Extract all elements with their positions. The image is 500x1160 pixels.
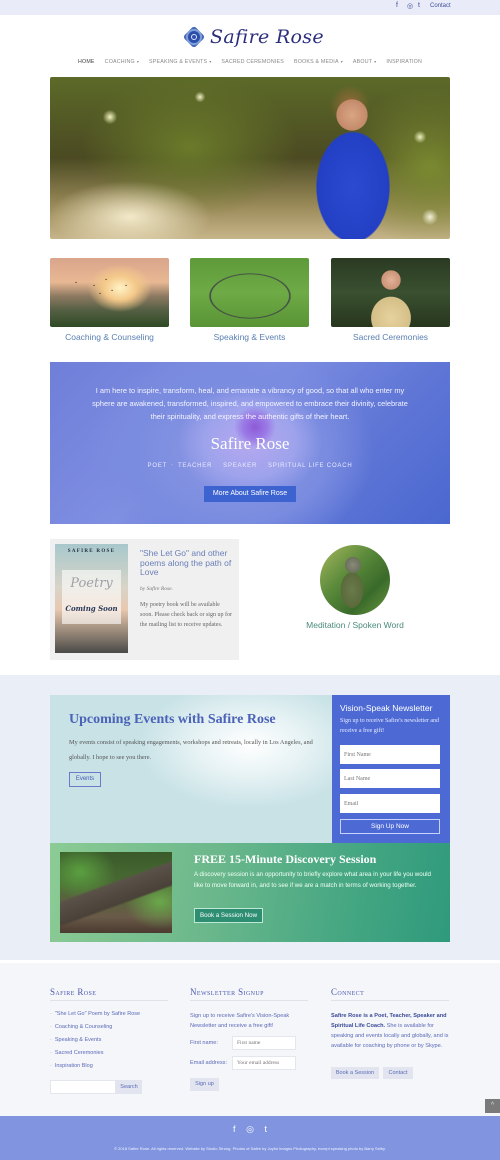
footer-email-input[interactable] <box>232 1056 296 1070</box>
discovery-title: FREE 15-Minute Discovery Session <box>194 852 377 866</box>
chevron-down-icon: ▾ <box>340 59 343 64</box>
nav-inspiration[interactable]: Inspiration <box>386 59 422 65</box>
events-button[interactable]: Events <box>69 772 101 787</box>
newsletter-subtitle: Sign up to receive Safire's newsletter a… <box>340 718 440 734</box>
instagram-icon[interactable]: ◎ <box>246 1124 254 1135</box>
contact-link[interactable]: Contact <box>430 3 451 9</box>
nav-home[interactable]: Home <box>78 59 95 65</box>
discovery-session: FREE 15-Minute Discovery Session A disco… <box>50 843 450 942</box>
first-name-label: First name: <box>190 1040 218 1046</box>
coaching-image[interactable]: ⌄ ⌄ ⌄ ⌄ ⌄ ⌄ <box>50 258 169 327</box>
meditation-link[interactable]: Meditation / Spoken Word <box>290 620 420 630</box>
nav-speaking-events[interactable]: Speaking & Events ▾ <box>149 59 211 65</box>
search-button[interactable]: Search <box>116 1080 142 1094</box>
search-input[interactable] <box>50 1080 116 1094</box>
book-byline: by Safire Rose. <box>140 586 173 592</box>
top-bar: f ◎ t Contact <box>0 0 500 15</box>
newsletter-form: Vision-Speak Newsletter Sign up to recei… <box>332 695 450 843</box>
footer-link[interactable]: Sacred Ceremonies <box>50 1047 140 1060</box>
sign-up-now-button[interactable]: Sign Up Now <box>340 819 440 834</box>
site-logo[interactable]: Safire Rose <box>182 24 324 50</box>
nav-coaching[interactable]: Coaching ▾ <box>105 59 139 65</box>
main-nav: Home Coaching ▾ Speaking & Events ▾ Sacred… <box>0 59 500 65</box>
more-about-button[interactable]: More About Safire Rose <box>204 486 296 502</box>
email-input[interactable] <box>340 794 440 813</box>
twitter-icon[interactable]: t <box>418 2 420 9</box>
footer-links: "She Let Go" Poem by Safire Rose Coachin… <box>50 1008 140 1073</box>
speaking-image[interactable] <box>190 258 309 327</box>
roles-list: POET • TEACHER • SPEAKER • SPIRITUAL LIFE COAC… <box>147 463 353 469</box>
footer-col1-title: Safire Rose <box>50 987 97 997</box>
facebook-icon[interactable]: f <box>233 1124 236 1134</box>
mission-quote: I am here to inspire, transform, heal, a… <box>92 386 408 421</box>
book-session-now-button[interactable]: Book a Session Now <box>194 908 263 923</box>
email-address-label: Email address: <box>190 1060 227 1066</box>
first-name-input[interactable] <box>340 745 440 764</box>
upcoming-events: Upcoming Events with Safire Rose My even… <box>50 695 332 843</box>
footer-link[interactable]: "She Let Go" Poem by Safire Rose <box>50 1008 140 1021</box>
connect-text: Safire Rose is a Poet, Teacher, Speaker … <box>331 1013 449 1049</box>
book-promo: SAFIRE ROSE Poetry Coming Soon "She Let … <box>50 539 239 660</box>
ceremonies-link[interactable]: Sacred Ceremonies <box>331 332 450 342</box>
ceremonies-image[interactable] <box>331 258 450 327</box>
divider <box>50 1000 168 1001</box>
divider <box>331 1000 449 1001</box>
back-to-top-button[interactable]: ^ <box>485 1099 500 1113</box>
discovery-description: A discovery session is an opportunity to… <box>194 871 431 889</box>
newsletter-title: Vision-Speak Newsletter <box>340 703 433 713</box>
logo-rose-icon <box>182 25 206 49</box>
copyright-text: © 2018 Safire Rose. All rights reserved.… <box>114 1146 386 1151</box>
footer-first-name-input[interactable] <box>232 1036 296 1050</box>
coaching-link[interactable]: Coaching & Counseling <box>50 332 169 342</box>
facebook-icon[interactable]: f <box>396 2 398 9</box>
logo-text: Safire Rose <box>210 26 324 48</box>
divider <box>190 1000 308 1001</box>
bottom-bar: f ◎ t © 2018 Safire Rose. All rights res… <box>0 1116 500 1160</box>
book-session-button[interactable]: Book a Session <box>331 1067 379 1079</box>
chevron-down-icon: ▾ <box>209 59 212 64</box>
hero-image <box>50 77 450 239</box>
banner-name: Safire Rose <box>210 434 290 453</box>
footer-col3-title: Connect <box>331 987 365 997</box>
events-description: My events consist of speaking engagement… <box>69 739 313 761</box>
meditation-image[interactable] <box>320 545 390 615</box>
footer-sign-up-button[interactable]: Sign up <box>190 1078 219 1091</box>
nav-books-media[interactable]: Books & Media ▾ <box>294 59 343 65</box>
forest-steps-image <box>60 852 172 933</box>
events-title: Upcoming Events with Safire Rose <box>69 712 276 727</box>
newsletter-signup-text: Sign up to receive Safire's Vision-Speak… <box>190 1013 290 1029</box>
twitter-icon[interactable]: t <box>264 1124 267 1134</box>
nav-sacred-ceremonies[interactable]: Sacred Ceremonies <box>221 59 284 65</box>
footer-contact-button[interactable]: Contact <box>383 1067 413 1079</box>
last-name-input[interactable] <box>340 769 440 788</box>
speaking-link[interactable]: Speaking & Events <box>190 332 309 342</box>
book-description: My poetry book will be available soon. P… <box>140 602 232 628</box>
chevron-down-icon: ▾ <box>374 59 377 64</box>
footer-link[interactable]: Speaking & Events <box>50 1034 140 1047</box>
footer-col2-title: Newsletter Signup <box>190 987 264 997</box>
book-title-link[interactable]: "She Let Go" and other poems along the p… <box>140 548 235 578</box>
book-cover-image[interactable]: SAFIRE ROSE Poetry Coming Soon <box>55 544 128 653</box>
footer-link[interactable]: Coaching & Counseling <box>50 1021 140 1034</box>
footer-link[interactable]: Inspiration Blog <box>50 1060 140 1073</box>
nav-about[interactable]: About ▾ <box>353 59 376 65</box>
instagram-icon[interactable]: ◎ <box>407 2 413 10</box>
chevron-down-icon: ▾ <box>136 59 140 64</box>
mission-banner: I am here to inspire, transform, heal, a… <box>50 362 450 524</box>
